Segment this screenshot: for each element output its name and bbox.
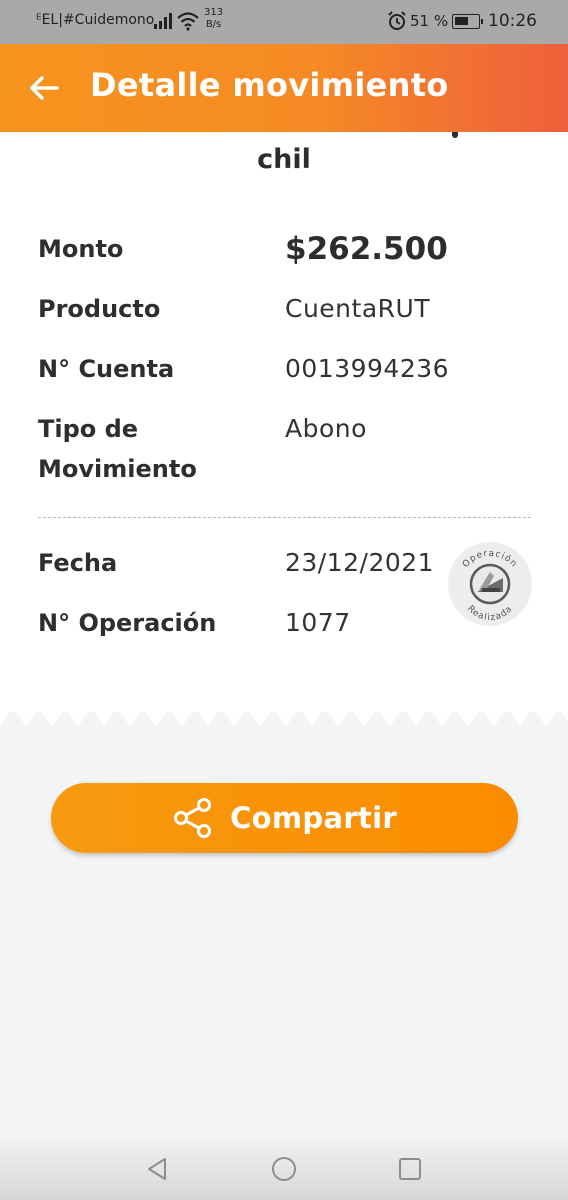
network-speed: 313 B/s xyxy=(204,7,223,31)
back-triangle-icon[interactable] xyxy=(143,1154,173,1184)
wifi-icon xyxy=(177,12,199,31)
page-title: Detalle movimiento xyxy=(90,66,449,104)
clock: 10:26 xyxy=(488,11,537,31)
receipt-name-overflow xyxy=(452,132,458,138)
row-label: N° Operación xyxy=(38,609,217,637)
speed-value: 313 xyxy=(204,7,224,18)
system-nav-bar xyxy=(0,1138,568,1200)
date-value: 23/12/2021 xyxy=(285,548,435,577)
row-label: N° Cuenta xyxy=(38,355,175,383)
carrier-label: ᴱEL|#Cuidemono xyxy=(36,12,155,28)
row-label: Fecha xyxy=(38,549,118,577)
row-label: Tipo de Movimiento xyxy=(38,415,197,483)
svg-text:Realizada: Realizada xyxy=(465,604,515,623)
dashed-divider xyxy=(38,517,531,518)
battery-percent: 51 % xyxy=(410,12,449,30)
speed-unit: B/s xyxy=(205,19,222,30)
status-bar: ᴱEL|#Cuidemono 313 B/s 51 % 10:26 xyxy=(0,0,568,44)
recents-square-icon[interactable] xyxy=(395,1154,425,1184)
receipt-card: chil Monto $262.500 Producto CuentaRUT N… xyxy=(0,132,568,712)
operation-value: 1077 xyxy=(285,608,351,637)
movement-type-value: Abono xyxy=(285,414,367,443)
row-label: Monto xyxy=(38,235,124,263)
receipt-torn-edge xyxy=(0,706,568,726)
stamp-seal-icon: Operación Realizada xyxy=(461,549,518,623)
stamp-bottom-text: Realizada xyxy=(465,604,514,623)
app-header: Detalle movimiento xyxy=(0,44,568,132)
operation-completed-stamp: Operación Realizada xyxy=(448,542,532,626)
account-value: 0013994236 xyxy=(285,354,450,383)
account-holder-name: chil xyxy=(257,144,311,175)
home-circle-icon[interactable] xyxy=(269,1154,299,1184)
battery-icon xyxy=(452,14,483,29)
signal-icon xyxy=(154,13,172,29)
share-icon xyxy=(174,798,212,838)
amount-value: $262.500 xyxy=(285,231,448,267)
product-value: CuentaRUT xyxy=(285,294,431,323)
arrow-left-icon xyxy=(30,76,59,100)
share-button[interactable]: Compartir xyxy=(51,783,518,853)
row-label: Producto xyxy=(38,295,161,323)
back-button[interactable] xyxy=(24,68,64,108)
share-label: Compartir xyxy=(230,801,397,835)
alarm-icon xyxy=(388,11,406,30)
